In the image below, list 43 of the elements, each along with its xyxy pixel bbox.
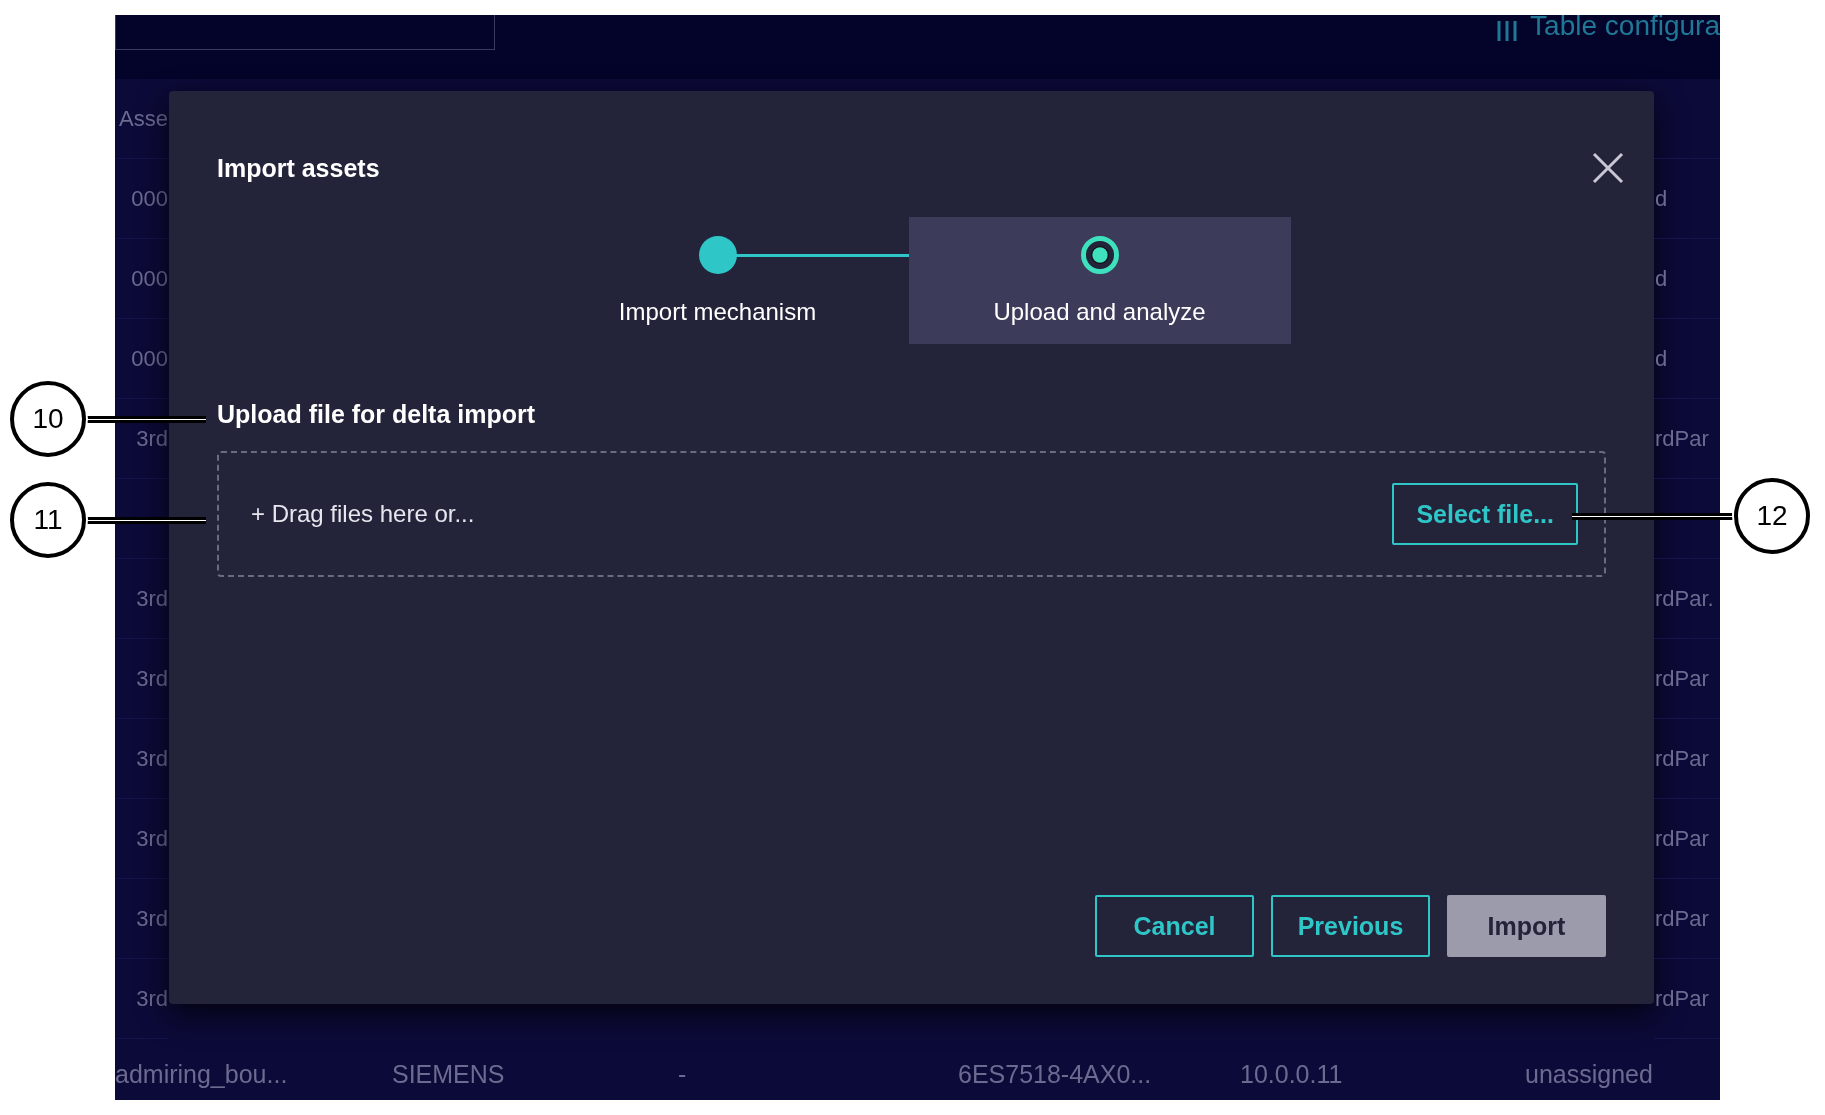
table-cell: rdPar [1654,665,1710,692]
file-drop-zone[interactable]: + Drag files here or... Select file... [217,451,1606,578]
table-cell: 000 [130,265,169,292]
table-configuration-link[interactable]: Table configura [1494,15,1720,43]
table-cell: Asse [118,105,169,132]
table-cell: rdPar [1654,985,1710,1012]
section-heading: Upload file for delta import [217,400,537,430]
table-cell: 3rd [135,905,169,932]
step-dot [698,235,737,274]
table-cell: d [1654,345,1669,372]
table-cell: 3rd [135,665,169,692]
table-cell-text: - [678,1060,688,1090]
step-dot [1080,235,1119,274]
select-file-button[interactable]: Select file... [1392,483,1578,546]
dialog-button[interactable]: Cancel [1095,895,1254,958]
table-cell: 3rd [135,985,169,1012]
table-cell-text: unassigned [1525,1060,1654,1090]
dialog-button[interactable]: Previous [1271,895,1430,958]
drop-hint: + Drag files here or... [251,500,475,529]
table-cell-text: SIEMENS [392,1060,506,1090]
table-cell: rdPar. [1654,585,1715,612]
table-cell: d [1654,185,1669,212]
table-cell: rdPar [1654,825,1710,852]
table-cell: 3rd [135,745,169,772]
callout-number: 12 [1734,478,1810,554]
table-cell: rdPar [1654,745,1710,772]
table-cell: 3rd [135,425,169,452]
callout-number: 11 [10,482,86,558]
table-cell: 000 [130,345,169,372]
active-step[interactable]: Upload and analyze [908,217,1291,345]
table-cell-text: 6ES7518-4AX0... [958,1060,1153,1090]
callout-number: 10 [10,381,86,457]
close-icon [1592,152,1624,185]
dialog-title: Import assets [217,153,380,183]
close-button[interactable] [1592,152,1624,185]
table-cell-text: 10.0.0.11 [1240,1060,1344,1090]
table-cell: 3rd [135,585,169,612]
table-cell: rdPar [1654,905,1710,932]
table-cell: d [1654,265,1669,292]
table-cell: 3rd [135,825,169,852]
table-cell: rdPar [1654,425,1710,452]
table-cell: 000 [130,185,169,212]
table-cell-text: admiring_bou... [115,1060,289,1090]
